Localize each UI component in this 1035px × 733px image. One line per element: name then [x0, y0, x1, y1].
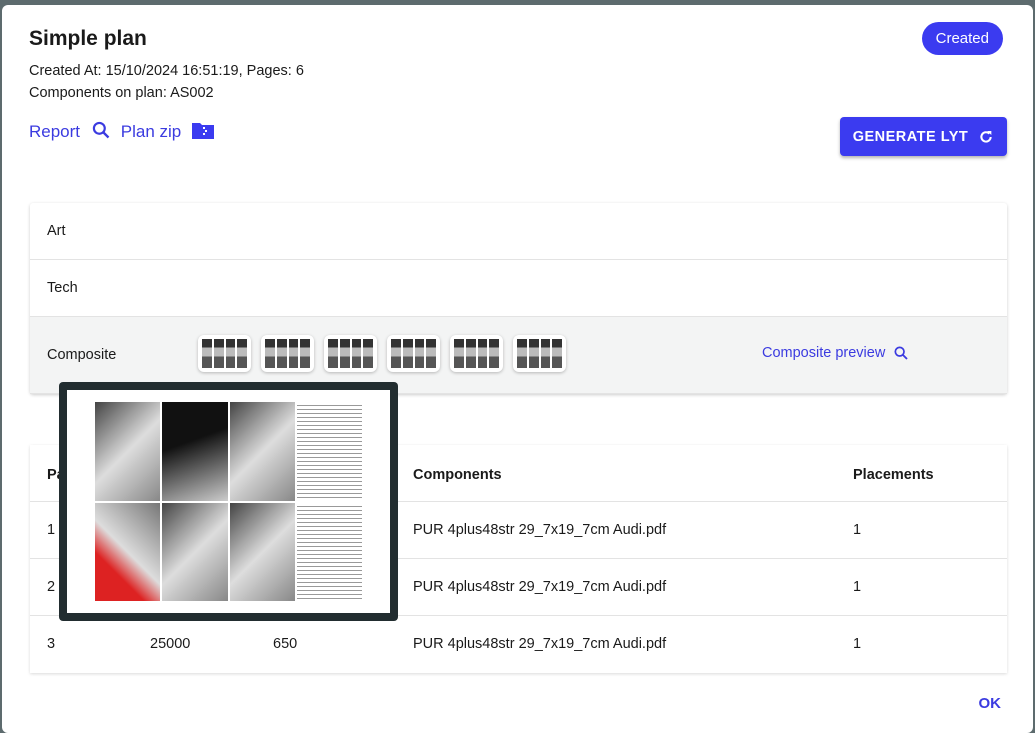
tech-label: Tech	[47, 280, 78, 296]
cell-quantity: 25000	[150, 636, 191, 652]
status-badge: Created	[921, 22, 1003, 55]
composite-thumbnail[interactable]	[450, 335, 503, 372]
plan-zip-label: Plan zip	[120, 121, 182, 141]
composite-preview-link[interactable]: Composite preview	[762, 345, 909, 361]
composite-preview-label: Composite preview	[762, 345, 886, 361]
generate-label: GENERATE LYT	[852, 128, 969, 145]
section-art[interactable]: Art	[30, 203, 1007, 260]
plan-dialog: Simple plan Created At: 15/10/2024 16:51…	[2, 5, 1033, 733]
cell-component: PUR 4plus48str 29_7x19_7cm Audi.pdf	[413, 522, 667, 538]
cell-page: 2	[47, 579, 56, 595]
composite-thumbnail[interactable]	[261, 335, 314, 372]
search-icon	[894, 346, 908, 360]
sections-panel: Art Tech Composite Composite preview	[30, 203, 1007, 394]
ok-button[interactable]: OK	[979, 695, 1002, 712]
plan-zip-link[interactable]: Plan zip	[121, 121, 214, 142]
generate-lyt-button[interactable]: GENERATE LYT	[840, 117, 1007, 156]
cell-page: 1	[47, 522, 56, 538]
cell-value: 650	[273, 636, 298, 652]
refresh-icon	[980, 130, 992, 143]
section-tech[interactable]: Tech	[30, 260, 1007, 317]
header-placements: Placements	[853, 467, 934, 483]
created-info: Created At: 15/10/2024 16:51:19, Pages: …	[29, 63, 304, 79]
components-info: Components on plan: AS002	[29, 85, 214, 101]
zip-folder-icon	[191, 122, 214, 139]
cell-placements: 1	[853, 636, 862, 652]
dialog-title: Simple plan	[29, 27, 147, 50]
table-row: 3 25000 650 PUR 4plus48str 29_7x19_7cm A…	[30, 616, 1007, 673]
composite-thumbnail[interactable]	[324, 335, 377, 372]
composite-thumbnail[interactable]	[198, 335, 251, 372]
composite-thumbnail[interactable]	[387, 335, 440, 372]
search-icon	[92, 121, 110, 139]
report-label: Report	[29, 122, 81, 141]
art-label: Art	[47, 223, 66, 239]
cell-component: PUR 4plus48str 29_7x19_7cm Audi.pdf	[413, 579, 667, 595]
header-components: Components	[413, 467, 502, 483]
cell-page: 3	[47, 636, 56, 652]
composite-preview-popup	[59, 382, 398, 621]
cell-placements: 1	[853, 522, 862, 538]
cell-placements: 1	[853, 579, 862, 595]
report-link[interactable]: Report	[29, 120, 111, 142]
composite-thumbnail[interactable]	[513, 335, 566, 372]
composite-preview-image	[67, 390, 390, 613]
cell-component: PUR 4plus48str 29_7x19_7cm Audi.pdf	[413, 636, 667, 652]
composite-label: Composite	[47, 347, 117, 363]
